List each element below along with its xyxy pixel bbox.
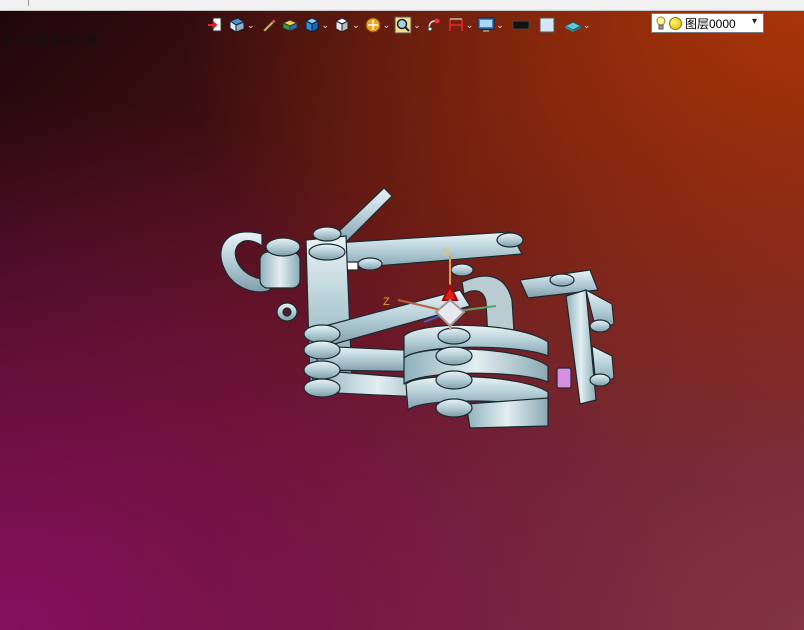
cad-model[interactable]: X Z [0,0,804,630]
shackle-block [259,251,301,289]
axis-label-x: X [442,244,451,259]
graphics-viewport[interactable]: 有效的过滤器设置: ⌄ ⌄ ⌄ ⌄ ⌄ ⌄ ⌄ ⌄ 图层0000 ▾ X Z [0,0,804,630]
pink-pin [556,367,572,389]
shackle-cap [265,237,301,257]
axis-label-z: Z [383,296,390,308]
